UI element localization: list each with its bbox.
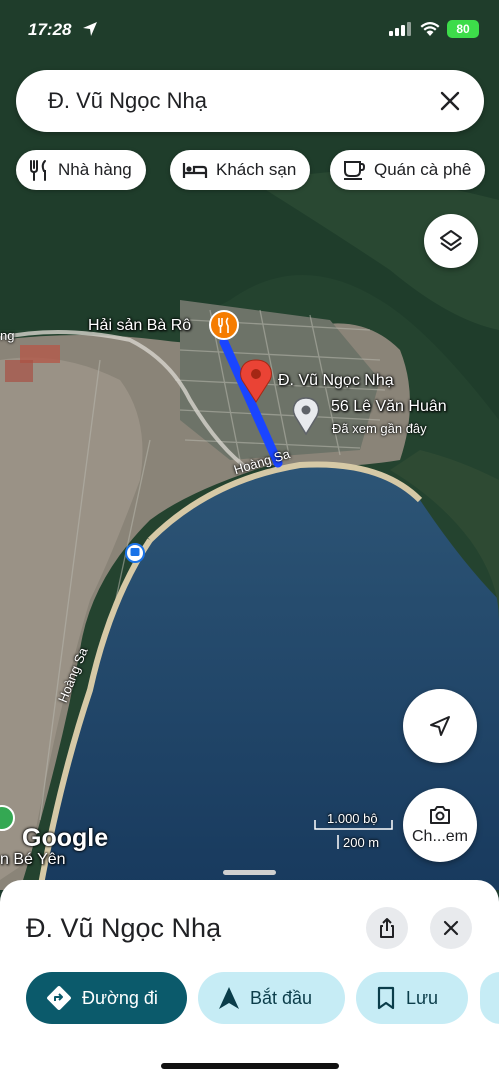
- west-place-label[interactable]: n Bé Yên: [0, 851, 66, 869]
- park-marker-icon[interactable]: [0, 805, 15, 831]
- layers-button[interactable]: [424, 214, 478, 268]
- status-bar: 17:28 80: [0, 0, 499, 60]
- place-bottom-sheet[interactable]: Đ. Vũ Ngọc Nhạ Đường đi Bắt đầu Lưu: [0, 870, 499, 1080]
- navigation-arrow-icon: [430, 716, 450, 736]
- directions-button[interactable]: Đường đi: [26, 972, 187, 1024]
- more-action-button[interactable]: [480, 972, 499, 1024]
- close-icon: [443, 920, 459, 936]
- wifi-icon: [420, 22, 440, 36]
- navigation-icon: [219, 987, 239, 1009]
- share-icon: [380, 918, 394, 938]
- close-icon[interactable]: [436, 87, 464, 115]
- chip-label: Nhà hàng: [58, 160, 132, 179]
- bus-stop-icon[interactable]: [125, 543, 145, 563]
- save-label: Lưu: [406, 987, 439, 1008]
- chip-cafes[interactable]: Quán cà phê: [330, 150, 486, 190]
- cellular-signal-icon: [389, 22, 411, 36]
- restaurant-icon: [30, 160, 46, 181]
- my-location-button[interactable]: [403, 689, 477, 763]
- home-indicator: [161, 1063, 339, 1069]
- battery-indicator: 80: [447, 20, 479, 38]
- place-title: Đ. Vũ Ngọc Nhạ: [26, 913, 222, 943]
- search-query[interactable]: Đ. Vũ Ngọc Nhạ: [48, 88, 207, 114]
- scale-label-bottom: 200 m: [343, 835, 380, 850]
- pin-label[interactable]: Đ. Vũ Ngọc Nhạ: [278, 372, 394, 390]
- directions-label: Đường đi: [82, 987, 158, 1008]
- road-label-west: ng: [0, 328, 15, 343]
- camera-lens-icon: [430, 806, 450, 824]
- restaurant-marker-icon[interactable]: [209, 310, 239, 340]
- search-bar[interactable]: Đ. Vũ Ngọc Nhạ: [16, 70, 484, 132]
- lens-label: Ch...em: [411, 828, 468, 845]
- status-time: 17:28: [28, 20, 72, 39]
- scale-label-top: 1.000 bộ: [327, 811, 378, 826]
- google-logo: Google: [22, 824, 109, 852]
- place-label[interactable]: 56 Lê Văn Huân: [331, 398, 447, 416]
- chip-label: Quán cà phê: [374, 160, 472, 179]
- directions-icon: [47, 986, 71, 1010]
- close-sheet-button[interactable]: [430, 907, 472, 949]
- start-label: Bắt đầu: [250, 987, 313, 1008]
- chip-hotels[interactable]: Khách sạn: [170, 150, 311, 190]
- chip-label: Khách sạn: [216, 160, 297, 179]
- layers-icon: [440, 230, 462, 251]
- location-arrow-icon: [83, 22, 97, 36]
- start-button[interactable]: Bắt đầu: [198, 972, 345, 1024]
- coffee-icon: [344, 161, 366, 180]
- restaurant-label[interactable]: Hải sản Bà Rô: [88, 317, 191, 335]
- bookmark-icon: [377, 986, 395, 1010]
- place-sublabel: Đã xem gần đây: [332, 421, 427, 436]
- chip-restaurants[interactable]: Nhà hàng: [16, 150, 146, 190]
- sheet-drag-handle[interactable]: [223, 870, 276, 875]
- share-button[interactable]: [366, 907, 408, 949]
- lens-button[interactable]: Ch...em: [403, 788, 477, 862]
- hotel-icon: [182, 163, 208, 178]
- save-button[interactable]: Lưu: [356, 972, 468, 1024]
